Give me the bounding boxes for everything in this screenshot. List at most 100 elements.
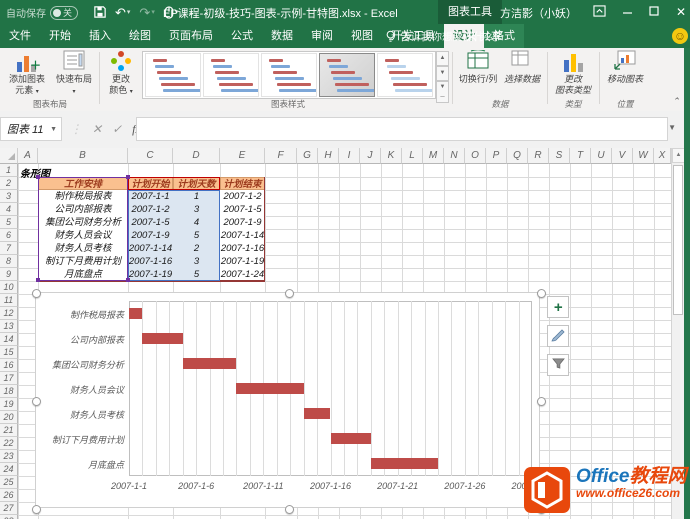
- table-cell[interactable]: 公司内部报表: [38, 203, 128, 216]
- row-header-23[interactable]: 23: [0, 450, 18, 463]
- column-header-D[interactable]: D: [173, 148, 220, 164]
- row-header-13[interactable]: 13: [0, 320, 18, 333]
- share-button[interactable]: 共享: [466, 24, 502, 48]
- row-header-7[interactable]: 7: [0, 242, 18, 255]
- row-header-10[interactable]: 10: [0, 281, 18, 294]
- table-cell[interactable]: 2007-1-16: [128, 255, 173, 268]
- row-header-18[interactable]: 18: [0, 385, 18, 398]
- column-header-T[interactable]: T: [570, 148, 591, 164]
- column-header-K[interactable]: K: [381, 148, 402, 164]
- tab-视图[interactable]: 视图: [342, 24, 382, 48]
- formula-bar-expand-icon[interactable]: ▼: [668, 123, 676, 132]
- column-header-M[interactable]: M: [423, 148, 444, 164]
- table-cell[interactable]: 2007-1-2: [220, 190, 265, 203]
- table-header-cell[interactable]: 计划天数: [173, 177, 220, 190]
- column-header-P[interactable]: P: [486, 148, 507, 164]
- table-cell[interactable]: 3: [173, 203, 220, 216]
- row-header-19[interactable]: 19: [0, 398, 18, 411]
- column-header-R[interactable]: R: [528, 148, 549, 164]
- column-header-V[interactable]: V: [612, 148, 633, 164]
- redo-button[interactable]: ↷ ▾: [139, 6, 154, 19]
- formula-input[interactable]: [136, 117, 668, 141]
- row-header-17[interactable]: 17: [0, 372, 18, 385]
- row-header-21[interactable]: 21: [0, 424, 18, 437]
- table-cell[interactable]: 2007-1-2: [128, 203, 173, 216]
- gantt-bar[interactable]: [182, 358, 237, 369]
- cancel-icon[interactable]: ✕: [92, 122, 102, 136]
- table-cell[interactable]: 2007-1-14: [128, 242, 173, 255]
- gantt-bar[interactable]: [370, 458, 438, 469]
- column-header-G[interactable]: G: [297, 148, 318, 164]
- column-header-F[interactable]: F: [265, 148, 297, 164]
- row-header-14[interactable]: 14: [0, 333, 18, 346]
- chart-resize-handle[interactable]: [284, 289, 294, 298]
- tab-审阅[interactable]: 审阅: [302, 24, 342, 48]
- chart-styles-button[interactable]: [547, 325, 569, 347]
- chart-elements-button[interactable]: +: [547, 296, 569, 318]
- table-cell[interactable]: 5: [173, 229, 220, 242]
- table-header-cell[interactable]: 计划结束: [220, 177, 265, 190]
- gantt-bar[interactable]: [236, 383, 304, 394]
- table-cell[interactable]: 财务人员考核: [38, 242, 128, 255]
- chart-resize-handle[interactable]: [32, 397, 41, 406]
- table-cell[interactable]: 3: [173, 255, 220, 268]
- scroll-thumb[interactable]: [673, 165, 683, 315]
- table-cell[interactable]: 2007-1-9: [220, 216, 265, 229]
- column-header-C[interactable]: C: [128, 148, 173, 164]
- name-box-caret-icon[interactable]: ▼: [50, 118, 57, 142]
- table-cell[interactable]: 制订下月费用计划: [38, 255, 128, 268]
- vertical-scrollbar[interactable]: ▲: [671, 148, 685, 519]
- row-header-26[interactable]: 26: [0, 489, 18, 502]
- row-header-11[interactable]: 11: [0, 294, 18, 307]
- gantt-bar[interactable]: [330, 433, 371, 444]
- switch-row-column-button[interactable]: 切换行/列: [456, 48, 500, 85]
- undo-caret-icon[interactable]: ▾: [127, 9, 131, 16]
- gantt-bar[interactable]: [129, 308, 143, 319]
- chart-style-thumb[interactable]: [261, 53, 317, 97]
- undo-button[interactable]: ↶ ▾: [115, 6, 130, 19]
- minimize-button[interactable]: [622, 5, 633, 19]
- gantt-bar[interactable]: [142, 333, 183, 344]
- tab-数据[interactable]: 数据: [262, 24, 302, 48]
- chart-resize-handle[interactable]: [32, 505, 41, 514]
- ribbon-display-options-icon[interactable]: [593, 4, 606, 20]
- select-data-button[interactable]: 选择数据: [501, 50, 543, 85]
- column-header-O[interactable]: O: [465, 148, 486, 164]
- table-header-cell[interactable]: 计划开始: [128, 177, 173, 190]
- gallery-down-icon[interactable]: ▼: [436, 66, 449, 81]
- chart-resize-handle[interactable]: [284, 505, 294, 514]
- tab-插入[interactable]: 插入: [80, 24, 120, 48]
- column-header-U[interactable]: U: [591, 148, 612, 164]
- gantt-bar[interactable]: [303, 408, 331, 419]
- column-header-N[interactable]: N: [444, 148, 465, 164]
- table-header-cell[interactable]: 工作安排: [38, 177, 128, 190]
- column-header-W[interactable]: W: [633, 148, 654, 164]
- column-header-H[interactable]: H: [318, 148, 339, 164]
- add-chart-element-button[interactable]: ＋ 添加图表 元素 ▾: [4, 50, 50, 97]
- chart-style-thumb[interactable]: [377, 53, 433, 97]
- table-cell[interactable]: 2: [173, 242, 220, 255]
- row-header-12[interactable]: 12: [0, 307, 18, 320]
- table-cell[interactable]: 2007-1-9: [128, 229, 173, 242]
- feedback-smiley-icon[interactable]: ☺: [672, 28, 688, 44]
- gantt-chart[interactable]: 制作税局报表 公司内部报表 集团公司财务分析 财务人员会议 财务人员考核 制订下月费用计划…: [32, 289, 553, 514]
- row-header-4[interactable]: 4: [0, 203, 18, 216]
- enter-icon[interactable]: ✓: [112, 122, 122, 136]
- row-header-28[interactable]: 28: [0, 515, 18, 519]
- table-cell[interactable]: 制作税局报表: [38, 190, 128, 203]
- chart-resize-handle[interactable]: [537, 289, 546, 298]
- table-cell[interactable]: 2007-1-1: [128, 190, 173, 203]
- autosave-toggle[interactable]: 自动保存 关: [6, 5, 79, 20]
- row-header-24[interactable]: 24: [0, 463, 18, 476]
- select-all-corner[interactable]: [0, 148, 18, 164]
- restore-button[interactable]: [649, 5, 660, 19]
- table-cell[interactable]: 2007-1-19: [220, 255, 265, 268]
- row-header-8[interactable]: 8: [0, 255, 18, 268]
- column-header-X[interactable]: X: [654, 148, 671, 164]
- tab-绘图[interactable]: 绘图: [120, 24, 160, 48]
- change-chart-type-button[interactable]: 更改 图表类型: [551, 50, 595, 97]
- column-header-A[interactable]: A: [18, 148, 38, 164]
- chart-resize-handle[interactable]: [32, 289, 41, 298]
- table-cell[interactable]: 集团公司财务分析: [38, 216, 128, 229]
- table-cell[interactable]: 2007-1-16: [220, 242, 265, 255]
